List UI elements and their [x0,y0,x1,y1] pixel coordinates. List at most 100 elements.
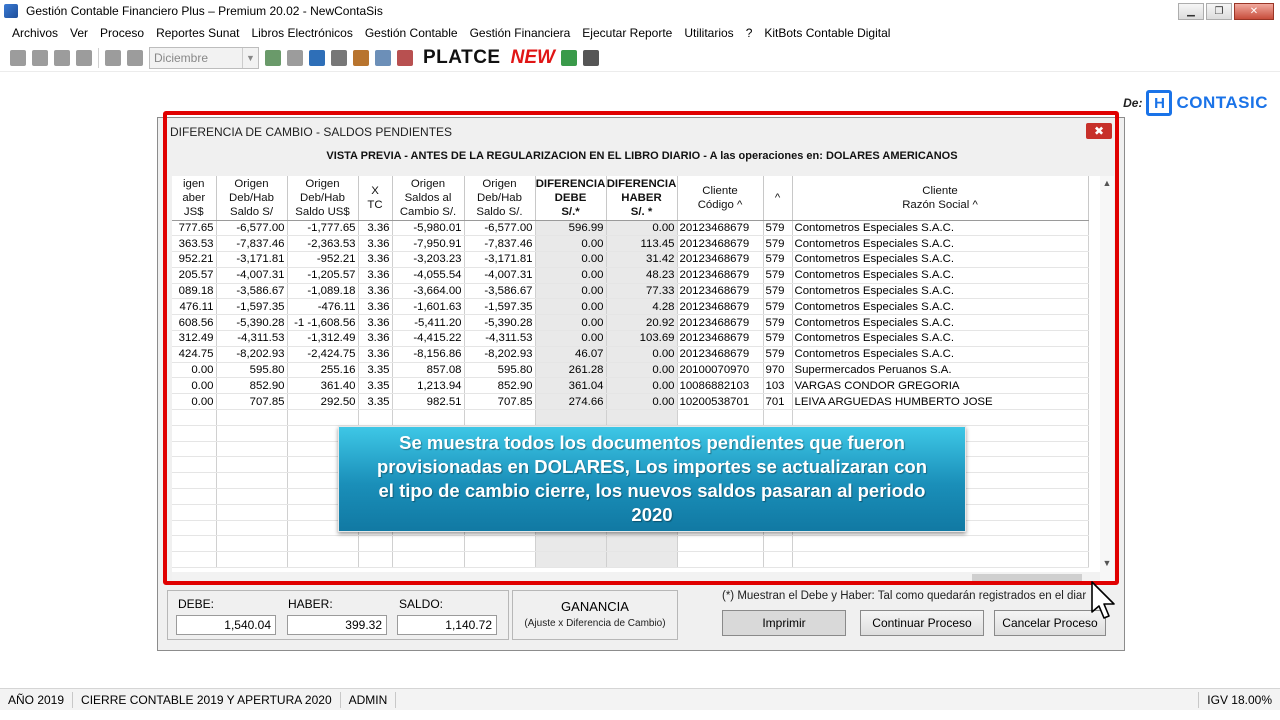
stop-icon[interactable] [54,49,70,66]
cell-origen-saldo-s2: 595.80 [464,362,536,379]
table-row[interactable]: 312.49 -4,311.53 -1,312.49 3.36 -4,415.22 -4,… [172,330,1089,347]
col-origen-haber-usd[interactable]: igen aber JS$ [172,176,217,221]
menu-ejecutar-reporte[interactable]: Ejecutar Reporte [576,26,678,40]
app-icon [4,4,18,18]
cell-saldos-cambio: -7,950.91 [392,235,465,253]
bot-icon[interactable] [560,49,577,66]
cell-empty [677,551,764,569]
table-row[interactable] [172,551,1089,569]
col-origen-saldo-s2[interactable]: Origen Deb/Hab Saldo S/. [464,176,536,221]
platce-logo[interactable]: PLATCE [423,47,501,69]
horizontal-scroll-thumb[interactable] [972,574,1082,582]
cell-diferencia-debe: 46.07 [535,346,607,363]
new-logo[interactable]: NEW [511,47,555,69]
cell-cliente-codigo: 20123468679 [677,346,764,363]
forward-icon[interactable] [76,49,92,66]
table-row[interactable]: 952.21 -3,171.81 -952.21 3.36 -3,203.23 -3,17… [172,251,1089,268]
cell-origen-saldo-usd: -2,363.53 [287,235,359,253]
report-icon[interactable] [265,49,281,66]
month-select[interactable]: Diciembre ▼ [149,46,259,69]
monitor-icon[interactable] [309,49,325,66]
menu-ver[interactable]: Ver [64,26,94,40]
col-cliente-razon-social[interactable]: Cliente Razón Social ^ [792,176,1089,221]
cell-origen-haber-usd: 0.00 [172,362,217,379]
table-row[interactable]: 089.18 -3,586.67 -1,089.18 3.36 -3,664.00 -3,… [172,283,1089,300]
caption-text: Se muestra todos los documentos pendient… [376,432,927,525]
menu-utilitarios[interactable]: Utilitarios [678,26,739,40]
menu-bar: Archivos Ver Proceso Reportes Sunat Libr… [0,23,1280,42]
col-saldos-cambio[interactable]: Origen Saldos al Cambio S/. [392,176,465,221]
cell-origen-saldo-s2: -4,007.31 [464,267,536,284]
cell-tc: 3.36 [358,298,393,316]
tools-icon[interactable] [32,49,48,66]
table-row[interactable]: 363.53 -7,837.46 -2,363.53 3.36 -7,950.91 -7,… [172,235,1089,253]
cell-empty [535,409,607,426]
tool-icon[interactable] [397,49,413,66]
status-user: ADMIN [341,691,397,708]
scroll-down-icon[interactable]: ▼ [1100,556,1114,570]
table-row[interactable]: 0.00 595.80 255.16 3.35 857.08 595.80 261.28 0.… [172,362,1089,379]
haber-label: HABER: [288,597,333,611]
user-icon[interactable] [375,49,391,66]
table-row[interactable]: 777.65 -6,577.00 -1,777.65 3.36 -5,980.01 -6,… [172,220,1089,237]
edit-icon[interactable] [10,49,26,66]
menu-gestion-financiera[interactable]: Gestión Financiera [464,26,577,40]
col-tc[interactable]: X TC [358,176,393,221]
restore-icon[interactable]: ❐ [1206,2,1232,20]
print-icon[interactable] [287,49,303,66]
dialog-close-icon[interactable]: ✖ [1086,123,1112,139]
table-row[interactable] [172,409,1089,426]
menu-kitbots[interactable]: KitBots Contable Digital [758,26,896,40]
grid-header: igen aber JS$ Origen Deb/Hab Saldo S/ Or… [172,176,1089,221]
menu-reportes-sunat[interactable]: Reportes Sunat [150,26,245,40]
menu-libros-electronicos[interactable]: Libros Electrónicos [245,26,358,40]
cell-saldos-cambio: -5,411.20 [392,314,465,332]
stop-square-icon[interactable] [331,49,347,66]
menu-help[interactable]: ? [740,26,759,40]
cell-cliente-codigo: 20123468679 [677,267,764,284]
cell-empty [287,409,359,426]
scroll-up-icon[interactable]: ▲ [1100,176,1114,190]
table-row[interactable]: 608.56 -5,390.28 -1 -1,608.56 3.36 -5,411.20… [172,314,1089,332]
cell-razon-social: Contometros Especiales S.A.C. [792,330,1089,347]
exchange-difference-dialog: DIFERENCIA DE CAMBIO - SALDOS PENDIENTES… [157,117,1125,651]
col-origen-saldo-usd[interactable]: Origen Deb/Hab Saldo US$ [287,176,359,221]
cell-empty [216,425,288,442]
vertical-scrollbar[interactable]: ▲ ▼ [1100,176,1114,584]
col-cliente-codigo[interactable]: Cliente Código ^ [677,176,764,221]
minimize-icon[interactable]: ▁ [1178,2,1204,20]
window-title: Gestión Contable Financiero Plus – Premi… [26,4,383,18]
cell-saldos-cambio: 857.08 [392,362,465,379]
col-diferencia-debe[interactable]: DIFERENCIA DEBE S/.* [535,176,607,221]
cell-origen-saldo-s: -3,586.67 [216,283,288,300]
table-row[interactable]: 205.57 -4,007.31 -1,205.57 3.36 -4,055.54 -4,… [172,267,1089,284]
cell-origen-saldo-usd: -2,424.75 [287,346,359,363]
table-row[interactable]: 0.00 707.85 292.50 3.35 982.51 707.85 274.66 0.… [172,393,1089,411]
cell-tc: 3.36 [358,314,393,332]
chat-bot-icon[interactable] [582,49,599,66]
print-button[interactable]: Imprimir [722,610,846,636]
window-icon[interactable] [105,49,121,66]
table-row[interactable]: 0.00 852.90 361.40 3.35 1,213.94 852.90 361.04… [172,377,1089,395]
table-row[interactable]: 476.11 -1,597.35 -476.11 3.36 -1,601.63 -1,59… [172,298,1089,316]
col-diferencia-haber[interactable]: DIFERENCIA HABER S/. * [606,176,678,221]
horizontal-scrollbar[interactable] [172,572,1100,584]
cell-razon-social: Contometros Especiales S.A.C. [792,220,1089,237]
menu-proceso[interactable]: Proceso [94,26,150,40]
door-icon[interactable] [353,49,369,66]
status-igv: IGV 18.00% [1198,691,1272,708]
continue-process-button[interactable]: Continuar Proceso [860,610,984,636]
calculator-icon[interactable] [127,49,143,66]
col-origen-saldo-s[interactable]: Origen Deb/Hab Saldo S/ [216,176,288,221]
table-row[interactable]: 424.75 -8,202.93 -2,424.75 3.36 -8,156.86 -8,… [172,346,1089,363]
cell-razon-social: Contometros Especiales S.A.C. [792,267,1089,284]
col-sort[interactable]: ^ [763,176,793,221]
cell-diferencia-haber: 20.92 [606,314,678,332]
menu-archivos[interactable]: Archivos [6,26,64,40]
close-icon[interactable]: ✕ [1234,2,1274,20]
cell-empty [287,535,359,553]
mouse-pointer-icon [1091,581,1115,619]
cell-diferencia-debe: 0.00 [535,251,607,268]
table-row[interactable] [172,535,1089,553]
menu-gestion-contable[interactable]: Gestión Contable [359,26,464,40]
